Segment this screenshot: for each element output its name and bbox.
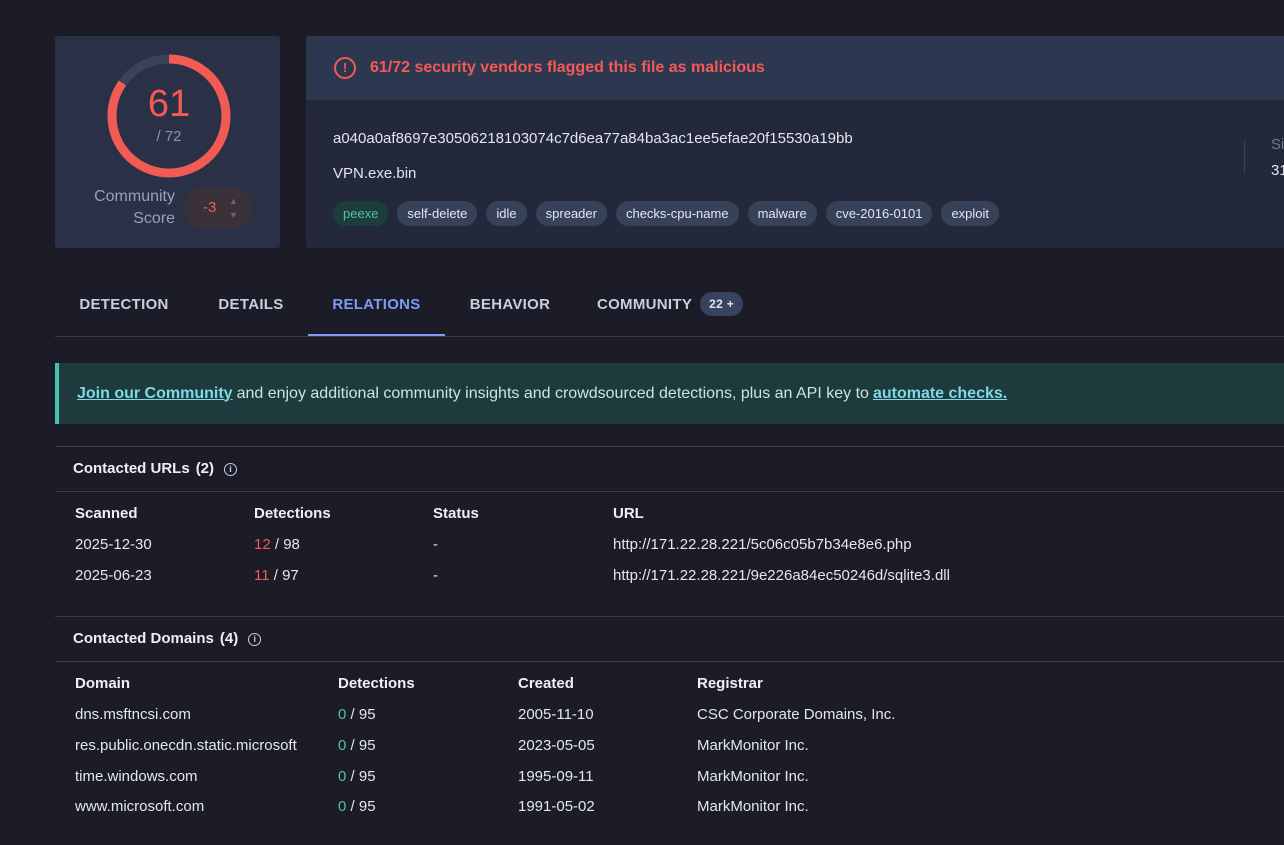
size-value: 31 — [1271, 162, 1284, 179]
detection-ratio: 0 / 95 — [338, 737, 376, 754]
column-header-detections[interactable]: Detections — [254, 505, 331, 522]
tab-details[interactable]: DETAILS — [193, 276, 309, 335]
detection-total: / 95 — [350, 768, 376, 785]
registrar: MarkMonitor Inc. — [697, 768, 809, 785]
vote-up-icon[interactable]: ▲ — [229, 196, 238, 206]
column-header-created[interactable]: Created — [518, 675, 574, 692]
divider — [1244, 140, 1245, 174]
malicious-alert-banner: ! 61/72 security vendors flagged this fi… — [306, 36, 1284, 100]
created-date: 1995-09-11 — [518, 768, 594, 785]
registrar: MarkMonitor Inc. — [697, 798, 809, 815]
automate-checks-link[interactable]: automate checks. — [873, 385, 1007, 403]
tab-community[interactable]: COMMUNITY 22 + — [585, 276, 755, 335]
url-link[interactable]: http://171.22.28.221/5c06c05b7b34e8e6.ph… — [613, 536, 912, 553]
tag-chip[interactable]: cve-2016-0101 — [825, 201, 933, 226]
tag-chip[interactable]: idle — [486, 201, 527, 226]
detection-total: / 95 — [350, 737, 376, 754]
contacted-urls-title: Contacted URLs (2) i — [73, 460, 238, 477]
exclamation-circle-icon: ! — [334, 57, 356, 79]
detection-ratio: 12 / 98 — [254, 536, 300, 553]
tag-list: peexe self-delete idle spreader checks-cpu-n… — [333, 201, 1000, 226]
column-header-domain[interactable]: Domain — [75, 675, 130, 692]
tag-chip[interactable]: peexe — [333, 201, 389, 226]
community-label-line1: Community — [94, 188, 175, 205]
community-score-voter: -3 ▲ ▼ — [184, 187, 252, 229]
status: - — [433, 567, 438, 584]
detection-count: 0 — [338, 798, 347, 815]
info-icon[interactable]: i — [248, 633, 262, 646]
file-name: VPN.exe.bin — [333, 165, 417, 182]
url-link[interactable]: http://171.22.28.221/9e226a84ec50246d/sq… — [613, 567, 950, 584]
alert-text: 61/72 security vendors flagged this file… — [370, 59, 765, 76]
domain-link[interactable]: dns.msftncsi.com — [75, 706, 191, 723]
file-hash[interactable]: a040a0af8697e30506218103074c7d6ea77a84ba… — [333, 130, 853, 147]
contacted-domains-label: Contacted Domains — [73, 630, 214, 647]
detection-total: / 72 — [156, 128, 182, 145]
contacted-domains-title: Contacted Domains (4) i — [73, 630, 262, 647]
domain-link[interactable]: www.microsoft.com — [75, 798, 204, 815]
join-banner-text: and enjoy additional community insights … — [236, 384, 869, 402]
column-header-url[interactable]: URL — [613, 505, 644, 522]
created-date: 2023-05-05 — [518, 737, 595, 754]
detection-count: 11 — [254, 567, 270, 584]
created-date: 2005-11-10 — [518, 706, 594, 723]
created-date: 1991-05-02 — [518, 798, 595, 815]
detection-total: / 95 — [350, 798, 376, 815]
detection-count: 12 — [254, 536, 271, 553]
detection-ratio: 11 / 97 — [254, 567, 299, 584]
tab-behavior[interactable]: BEHAVIOR — [445, 276, 575, 335]
detection-total: / 98 — [274, 536, 300, 553]
detection-ratio: 0 / 95 — [338, 768, 376, 785]
tag-chip[interactable]: exploit — [941, 201, 1000, 226]
community-score-value: -3 — [203, 199, 217, 216]
detection-total: / 97 — [273, 567, 299, 584]
scanned-date: 2025-12-30 — [75, 536, 152, 553]
divider — [55, 616, 1284, 617]
domain-link[interactable]: res.public.onecdn.static.microsoft — [75, 737, 297, 754]
detection-total: / 95 — [350, 706, 376, 723]
detection-ratio: 0 / 95 — [338, 798, 376, 815]
domain-link[interactable]: time.windows.com — [75, 768, 198, 785]
status: - — [433, 536, 438, 553]
column-header-scanned[interactable]: Scanned — [75, 505, 138, 522]
vote-down-icon[interactable]: ▼ — [229, 210, 238, 220]
scanned-date: 2025-06-23 — [75, 567, 152, 584]
tag-chip[interactable]: spreader — [535, 201, 607, 226]
community-count-badge: 22 + — [700, 292, 744, 317]
join-community-link[interactable]: Join our Community — [77, 385, 233, 403]
tab-relations[interactable]: RELATIONS — [308, 276, 445, 336]
detection-count: 0 — [338, 706, 347, 723]
detection-count: 0 — [338, 737, 347, 754]
column-header-status[interactable]: Status — [433, 505, 479, 522]
contacted-urls-count: (2) — [195, 460, 215, 477]
size-label: Si — [1271, 136, 1284, 153]
join-community-banner: Join our Community and enjoy additional … — [55, 363, 1284, 424]
column-header-registrar[interactable]: Registrar — [697, 675, 763, 692]
community-label-line2: Score — [133, 210, 175, 227]
contacted-domains-count: (4) — [219, 630, 239, 647]
divider — [55, 661, 1284, 662]
divider — [55, 446, 1284, 447]
tag-chip[interactable]: malware — [747, 201, 817, 226]
info-icon[interactable]: i — [224, 463, 238, 476]
community-score-label: Community Score — [75, 186, 175, 230]
tag-chip[interactable]: checks-cpu-name — [615, 201, 739, 226]
detection-count: 0 — [338, 768, 347, 785]
detection-score-card: 61 / 72 Community Score -3 ▲ ▼ — [55, 36, 280, 248]
tab-bar: DETECTION DETAILS RELATIONS BEHAVIOR COM… — [55, 276, 1284, 337]
detection-score: 61 — [147, 83, 191, 125]
tab-detection[interactable]: DETECTION — [55, 276, 193, 335]
detection-ratio: 0 / 95 — [338, 706, 376, 723]
registrar: MarkMonitor Inc. — [697, 737, 809, 754]
column-header-detections[interactable]: Detections — [338, 675, 415, 692]
file-info-card: ! 61/72 security vendors flagged this fi… — [306, 36, 1284, 248]
contacted-urls-label: Contacted URLs — [73, 460, 190, 477]
registrar: CSC Corporate Domains, Inc. — [697, 706, 896, 723]
tag-chip[interactable]: self-delete — [397, 201, 478, 226]
divider — [55, 491, 1284, 492]
tab-community-label: COMMUNITY — [596, 296, 693, 313]
